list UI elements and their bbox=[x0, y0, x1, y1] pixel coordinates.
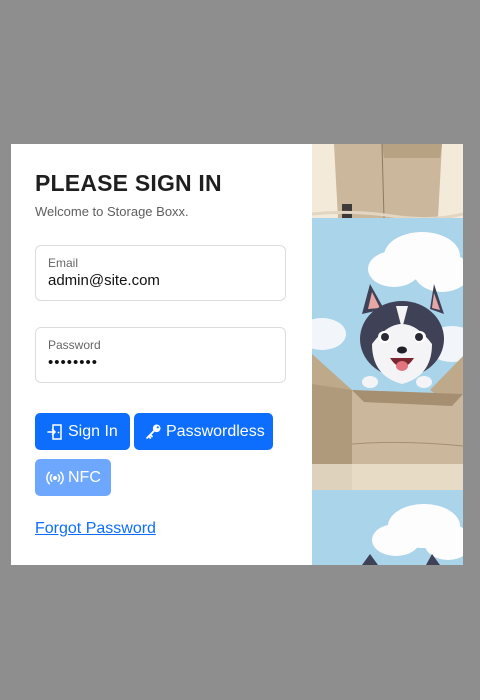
passwordless-label: Passwordless bbox=[166, 422, 265, 440]
sign-in-button[interactable]: Sign In bbox=[35, 413, 130, 450]
sign-in-form: PLEASE SIGN IN Welcome to Storage Boxx. … bbox=[11, 144, 312, 565]
door-enter-icon bbox=[46, 423, 64, 441]
page-subtitle: Welcome to Storage Boxx. bbox=[35, 204, 189, 219]
broadcast-icon bbox=[46, 469, 64, 487]
email-label: Email bbox=[48, 256, 79, 270]
page-title: PLEASE SIGN IN bbox=[35, 170, 222, 196]
nfc-button[interactable]: NFC bbox=[35, 459, 111, 496]
nfc-label: NFC bbox=[68, 468, 101, 486]
key-icon bbox=[145, 423, 162, 441]
password-label: Password bbox=[48, 338, 101, 352]
husky-in-box-illustration bbox=[312, 144, 463, 565]
forgot-password-link[interactable]: Forgot Password bbox=[35, 520, 156, 538]
password-input[interactable]: •••••••• bbox=[48, 354, 273, 371]
password-field[interactable]: Password •••••••• bbox=[35, 327, 286, 383]
sign-in-modal: PLEASE SIGN IN Welcome to Storage Boxx. … bbox=[11, 144, 463, 565]
sign-in-label: Sign In bbox=[68, 422, 118, 440]
email-field[interactable]: Email bbox=[35, 245, 286, 301]
email-input[interactable] bbox=[48, 272, 273, 289]
passwordless-button[interactable]: Passwordless bbox=[134, 413, 273, 450]
